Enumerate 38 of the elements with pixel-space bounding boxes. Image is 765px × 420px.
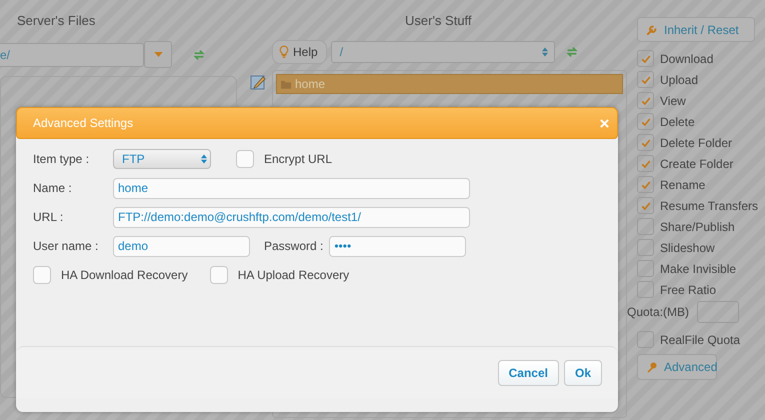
permission-label: Upload bbox=[660, 72, 698, 86]
ok-button[interactable]: Ok bbox=[564, 360, 602, 386]
permission-label: Make Invisible bbox=[660, 262, 736, 276]
checkbox-label: HA Upload Recovery bbox=[238, 268, 350, 282]
permission-label: Resume Transfers bbox=[660, 198, 758, 212]
permission-label: Create Folder bbox=[660, 156, 734, 170]
permission-label: Slideshow bbox=[660, 240, 715, 254]
field-label: Name : bbox=[33, 181, 73, 195]
field-label: Password : bbox=[264, 239, 324, 253]
permission-label: Share/Publish bbox=[660, 220, 735, 234]
advanced-button[interactable]: Advanced bbox=[637, 354, 717, 380]
quota-label: Quota:(MB) bbox=[627, 305, 690, 319]
url-field[interactable]: FTP://demo:demo@crushftp.com/demo/test1/ bbox=[113, 206, 470, 228]
field-label: User name : bbox=[33, 239, 100, 253]
permission-label: Delete bbox=[660, 114, 695, 128]
item-type-dropdown[interactable]: FTP bbox=[113, 149, 211, 169]
help-button[interactable]: Help bbox=[272, 40, 327, 64]
path-dropdown[interactable]: / bbox=[330, 41, 555, 63]
checkbox-label: Encrypt URL bbox=[264, 152, 332, 166]
pane-title: Server's Files bbox=[17, 13, 96, 30]
folder-item[interactable]: home bbox=[276, 74, 623, 94]
permission-label: RealFile Quota bbox=[660, 332, 740, 346]
inherit-reset-button[interactable]: Inherit / Reset bbox=[637, 17, 755, 42]
dialog-title: Advanced Settings bbox=[33, 116, 134, 130]
username-field[interactable]: demo bbox=[113, 236, 250, 256]
field-label: URL : bbox=[33, 210, 64, 224]
checkbox-label: HA Download Recovery bbox=[61, 268, 188, 282]
permission-label: Rename bbox=[660, 178, 706, 192]
pane-title: User's Stuff bbox=[405, 13, 473, 30]
permission-label: View bbox=[660, 94, 686, 108]
cancel-button[interactable]: Cancel bbox=[498, 360, 559, 386]
permission-label: Delete Folder bbox=[660, 136, 732, 150]
permission-label: Download bbox=[660, 52, 714, 66]
password-field[interactable]: •••• bbox=[329, 236, 466, 256]
field-label: Item type : bbox=[33, 152, 90, 166]
permission-label: Free Ratio bbox=[660, 282, 716, 296]
name-field[interactable]: home bbox=[113, 178, 470, 198]
path-dropdown[interactable]: e/ bbox=[0, 42, 144, 66]
